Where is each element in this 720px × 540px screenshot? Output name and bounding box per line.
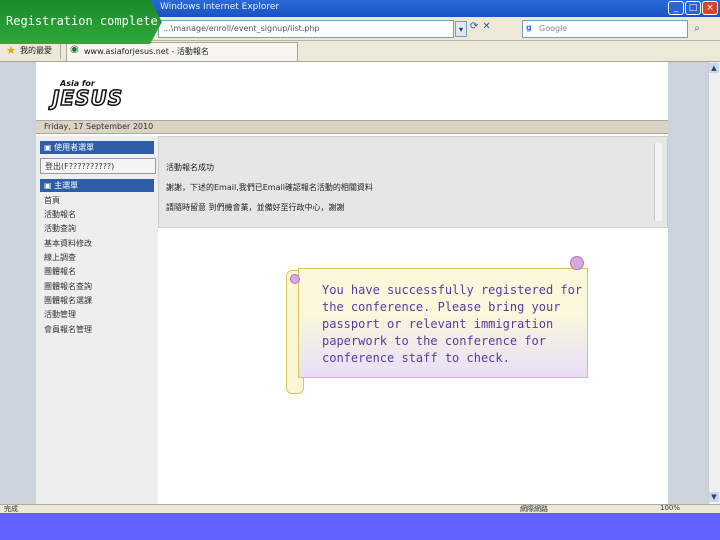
scroll-down-icon[interactable]: ▼ bbox=[709, 492, 719, 502]
logo[interactable]: JESUS bbox=[51, 85, 123, 111]
panel-scrollbar[interactable] bbox=[654, 143, 662, 221]
sidebar-item-event-admin[interactable]: 活動管理 bbox=[44, 309, 76, 320]
address-input[interactable]: ...\manage/enroll/event_signup/list.php bbox=[158, 20, 454, 38]
registration-complete-label: Registration complete bbox=[6, 14, 158, 28]
maximize-button[interactable]: □ bbox=[685, 1, 701, 15]
user-menu-title-text: 使用者選單 bbox=[54, 143, 95, 152]
sidebar-item-group-course[interactable]: 團體報名選課 bbox=[44, 295, 92, 306]
search-icon[interactable]: ⌕ bbox=[690, 21, 704, 37]
favorites-star-icon[interactable]: ★ bbox=[6, 44, 18, 58]
sidebar-item-member-admin[interactable]: 會員報名管理 bbox=[44, 324, 92, 335]
zoom-level[interactable]: 100% bbox=[660, 504, 680, 512]
scroll-up-icon[interactable]: ▲ bbox=[709, 63, 719, 73]
chevron-down-icon[interactable]: ▾ bbox=[455, 21, 467, 37]
logout-link[interactable]: 登出(F??????????) bbox=[40, 158, 156, 174]
callout-text: You have successfully registered for the… bbox=[322, 283, 583, 365]
callout-dot bbox=[570, 256, 584, 270]
page-icon: ◉ bbox=[70, 44, 79, 55]
slide-bottom-band bbox=[0, 513, 720, 540]
sidebar-item-event-signup[interactable]: 活動報名 bbox=[44, 209, 76, 220]
result-note: 請隨時留意 到們機會業，並備好至行政中心，謝謝 bbox=[166, 203, 345, 212]
tab-label[interactable]: www.asiaforjesus.net - 活動報名 bbox=[84, 46, 294, 57]
google-icon: g bbox=[526, 23, 532, 32]
favorites-label[interactable]: 我的最愛 bbox=[20, 45, 52, 56]
user-menu-title: ▣ 使用者選單 bbox=[44, 143, 95, 152]
minimize-button[interactable]: _ bbox=[668, 1, 684, 15]
sidebar-item-home[interactable]: 首頁 bbox=[44, 195, 60, 206]
search-input[interactable]: Google bbox=[522, 20, 688, 38]
vertical-scrollbar[interactable] bbox=[708, 62, 720, 504]
sidebar-item-event-query[interactable]: 活動查詢 bbox=[44, 223, 76, 234]
close-button[interactable]: × bbox=[702, 1, 718, 15]
sidebar-item-online-survey[interactable]: 線上調查 bbox=[44, 252, 76, 263]
window-title: Windows Internet Explorer bbox=[160, 2, 280, 12]
main-menu-title: ▣ 主選單 bbox=[44, 181, 79, 190]
sidebar-item-profile-edit[interactable]: 基本資料修改 bbox=[44, 238, 92, 249]
sidebar-item-group-signup[interactable]: 團體報名 bbox=[44, 266, 76, 277]
callout-dot bbox=[290, 274, 300, 284]
sidebar-item-group-query[interactable]: 團體報名查詢 bbox=[44, 281, 92, 292]
result-title: 活動報名成功 bbox=[166, 163, 214, 172]
tab-separator bbox=[60, 43, 61, 59]
main-menu-title-text: 主選單 bbox=[54, 181, 79, 190]
date-text: Friday, 17 September 2010 bbox=[44, 122, 154, 131]
result-message: 謝謝，下述的Email,我們已Email確認報名活動的相關資料 bbox=[166, 183, 373, 192]
refresh-stop-icons[interactable]: ⟳✕ bbox=[470, 21, 518, 37]
